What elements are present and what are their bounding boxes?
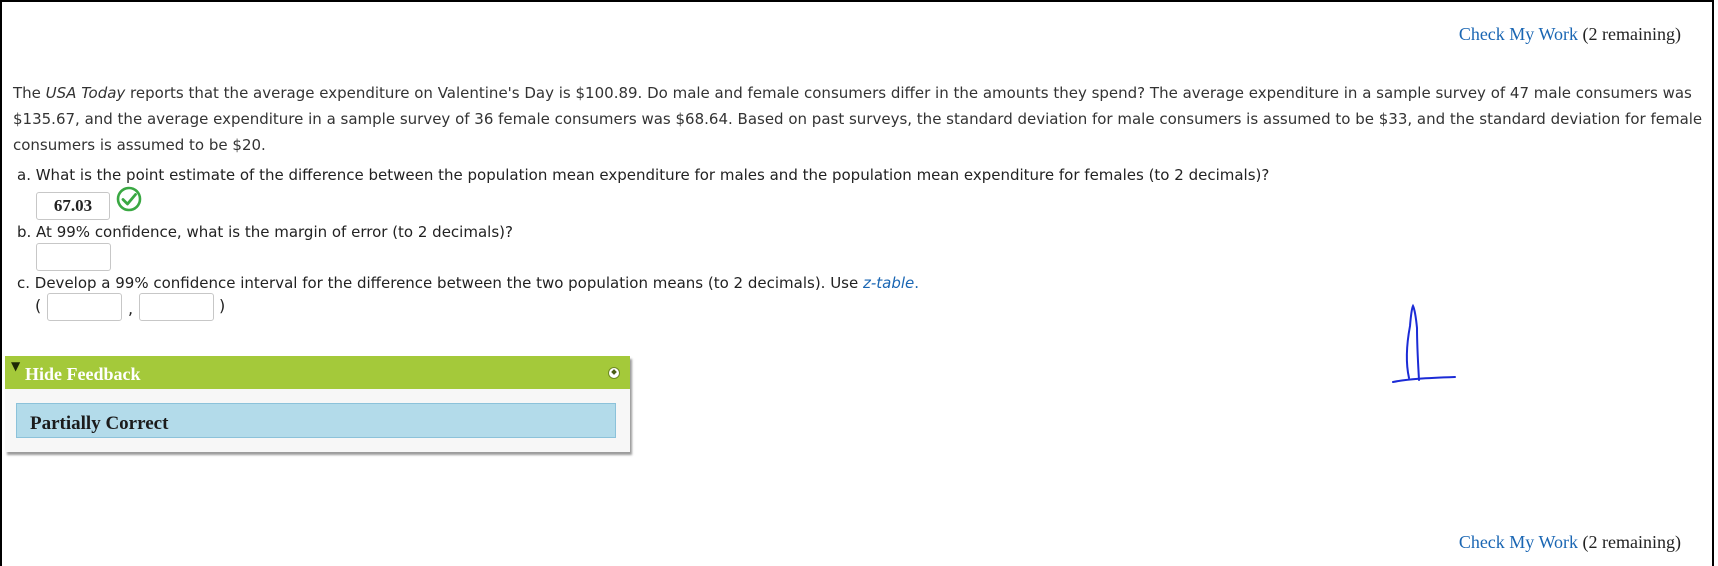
remaining-count-bottom: (2 remaining) xyxy=(1582,532,1681,552)
source-title: USA Today xyxy=(45,84,126,102)
intro-prefix: The xyxy=(13,84,46,102)
hide-feedback-label: Hide Feedback xyxy=(25,364,141,384)
question-a: a. What is the point estimate of the dif… xyxy=(17,166,1270,184)
check-my-work-link-bottom[interactable]: Check My Work xyxy=(1459,532,1578,552)
hide-feedback-button[interactable]: ▼ Hide Feedback xyxy=(5,356,630,389)
check-circle-icon xyxy=(116,186,142,212)
question-c-text: c. Develop a 99% confidence interval for… xyxy=(17,274,863,292)
answer-a-input[interactable]: 67.03 xyxy=(36,192,110,220)
comma-separator: , xyxy=(128,299,134,318)
feedback-status-box: Partially Correct xyxy=(16,403,616,438)
pin-icon[interactable] xyxy=(608,367,620,379)
caret-down-icon: ▼ xyxy=(11,359,21,373)
remaining-count: (2 remaining) xyxy=(1582,24,1681,44)
z-table-link[interactable]: z-table xyxy=(863,274,914,292)
check-my-work-top: Check My Work (2 remaining) xyxy=(1459,24,1681,45)
assignment-frame: Check My Work (2 remaining) The USA Toda… xyxy=(0,0,1714,566)
feedback-status-text: Partially Correct xyxy=(30,413,169,434)
close-paren: ) xyxy=(219,296,226,315)
feedback-panel: ▼ Hide Feedback Partially Correct xyxy=(5,356,630,452)
question-c: c. Develop a 99% confidence interval for… xyxy=(17,274,919,292)
question-b: b. At 99% confidence, what is the margin… xyxy=(17,223,513,241)
check-my-work-link[interactable]: Check My Work xyxy=(1459,24,1578,44)
answer-c-upper-input[interactable] xyxy=(139,293,214,321)
check-my-work-bottom: Check My Work (2 remaining) xyxy=(1459,532,1681,553)
answer-b-input[interactable] xyxy=(36,243,111,271)
ink-annotation xyxy=(1392,303,1456,383)
intro-body: reports that the average expenditure on … xyxy=(13,84,1703,154)
question-c-tail: . xyxy=(914,274,920,292)
answer-c-lower-input[interactable] xyxy=(47,293,122,321)
problem-statement: The USA Today reports that the average e… xyxy=(13,80,1713,158)
open-paren: ( xyxy=(35,296,42,315)
